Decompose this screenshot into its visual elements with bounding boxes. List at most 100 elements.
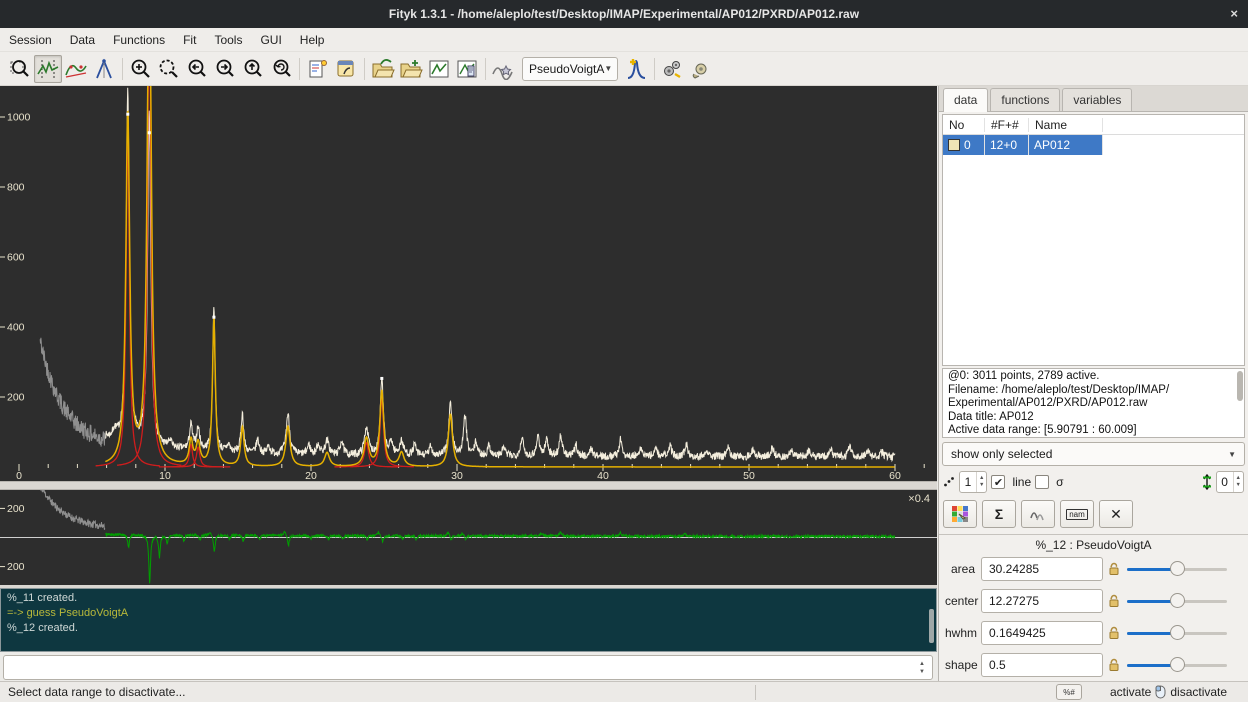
command-history-spinner[interactable]: ▲▼ [914,657,930,678]
output-console[interactable]: %_11 created.=-> guess PseudoVoigtA%_12 … [0,588,937,652]
color-style-button[interactable] [943,500,977,528]
data-point-marker [212,316,215,319]
x-tick-label: 20 [305,470,317,481]
main-plot[interactable]: 20040060080010000102030405060 [0,86,937,481]
tab-functions[interactable]: functions [990,88,1060,111]
guess-peak-icon[interactable] [490,55,518,83]
zoom-up-icon[interactable] [239,55,267,83]
open-data-icon[interactable] [369,55,397,83]
script-editor-icon[interactable] [304,55,332,83]
line-checkbox[interactable]: ✔ [991,475,1005,489]
zoom-right-icon[interactable] [211,55,239,83]
mode-data-range-icon[interactable] [34,55,62,83]
param-slider-center[interactable] [1127,593,1227,609]
window-titlebar[interactable]: Fityk 1.3.1 - /home/aleplo/test/Desktop/… [0,0,1248,28]
plot-divider[interactable] [0,481,937,490]
lock-icon[interactable] [1103,594,1125,608]
sum-button[interactable]: Σ [982,500,1016,528]
add-function-icon[interactable] [622,55,650,83]
save-image-icon[interactable] [453,55,481,83]
mode-zoom-icon[interactable] [6,55,34,83]
dataset-fcount: 12+0 [985,135,1029,155]
rename-button[interactable]: nam [1060,500,1094,528]
menu-help[interactable]: Help [291,29,334,51]
param-slider-area[interactable] [1127,561,1227,577]
info-line: Filename: /home/aleplo/test/Desktop/IMAP… [948,384,1239,398]
zoom-in-icon[interactable] [127,55,155,83]
command-input[interactable]: ▲▼ [3,655,933,680]
data-point-marker [148,131,151,134]
aux-tick-label: 200 [7,503,25,515]
close-icon[interactable]: × [1230,6,1238,21]
x-tick-label: 0 [16,470,22,481]
chevron-down-icon: ▼ [604,64,612,73]
sigma-checkbox[interactable] [1035,475,1049,489]
tab-variables[interactable]: variables [1062,88,1132,111]
param-slider-shape[interactable] [1127,657,1227,673]
param-row-shape: shape0.5 [945,651,1242,679]
menu-session[interactable]: Session [0,29,61,51]
toolbar-separator [122,58,123,80]
aux-scale-label: ×0.4 [908,493,930,505]
shift-icon [1202,474,1212,490]
param-input-hwhm[interactable]: 0.1649425 [981,621,1103,645]
data-point-marker [380,377,383,380]
shift-spinner[interactable]: 0 ▲▼ [1216,471,1244,493]
aux-plot[interactable]: 200200×0.4 [0,490,937,585]
copy-function-button[interactable] [1021,500,1055,528]
dataset-list[interactable]: No #F+# Name 0 12+0 AP012 [942,114,1245,366]
menu-tools[interactable]: Tools [205,29,251,51]
sigma-label: σ [1056,475,1063,489]
function-type-dropdown[interactable]: PseudoVoigtA▼ [522,57,618,81]
console-scrollbar[interactable] [929,609,934,643]
sidebar-tabs: datafunctionsvariables [939,86,1248,112]
delete-button[interactable]: ✕ [1099,500,1133,528]
show-mode-dropdown[interactable]: show only selected ▼ [942,442,1245,466]
chevron-down-icon: ▼ [1228,450,1236,459]
fit-run-icon[interactable] [659,55,687,83]
param-input-shape[interactable]: 0.5 [981,653,1103,677]
mode-background-icon[interactable] [62,55,90,83]
info-line: @0: 3011 points, 2789 active. [948,370,1239,384]
toolbar-separator [364,58,365,80]
show-mode-value: show only selected [951,447,1052,461]
export-plot-icon[interactable] [425,55,453,83]
param-input-area[interactable]: 30.24285 [981,557,1103,581]
menu-data[interactable]: Data [61,29,104,51]
info-line: Experimental/AP012/PXRD/AP012.raw [948,397,1239,411]
menu-gui[interactable]: GUI [251,29,290,51]
x-tick-label: 40 [597,470,609,481]
line-label: line [1012,475,1031,489]
status-grip-button[interactable]: %# [1056,684,1082,700]
info-scrollbar[interactable] [1237,371,1243,401]
zoom-prev-icon[interactable] [267,55,295,83]
dataset-no: 0 [964,138,971,152]
gui-config-icon[interactable] [332,55,360,83]
menu-fit[interactable]: Fit [174,29,205,51]
param-input-center[interactable]: 12.27275 [981,589,1103,613]
status-separator [755,685,756,700]
lock-icon[interactable] [1103,626,1125,640]
display-controls: 1 ▲▼ ✔ line σ 0 ▲▼ [943,468,1244,496]
dataset-checkbox[interactable] [948,139,960,151]
zoom-left-icon[interactable] [183,55,211,83]
rename-label: nam [1066,509,1088,520]
tab-data[interactable]: data [943,88,988,112]
data-info-box[interactable]: @0: 3011 points, 2789 active.Filename: /… [942,368,1245,438]
fit-settings-icon[interactable] [687,55,715,83]
col-header-no: No [943,118,985,132]
function-param-panel: %_12 : PseudoVoigtA area30.24285center12… [939,535,1248,679]
lock-icon[interactable] [1103,562,1125,576]
x-tick-label: 10 [159,470,171,481]
point-size-spinner[interactable]: 1 ▲▼ [959,471,987,493]
zoom-all-icon[interactable] [155,55,183,83]
mode-add-peak-icon[interactable] [90,55,118,83]
dataset-row[interactable]: 0 12+0 AP012 [943,135,1244,155]
lock-icon[interactable] [1103,658,1125,672]
x-tick-label: 60 [889,470,901,481]
param-slider-hwhm[interactable] [1127,625,1227,641]
param-label-area: area [945,562,981,576]
menu-functions[interactable]: Functions [104,29,174,51]
open-data-append-icon[interactable] [397,55,425,83]
residual-curve [105,532,895,584]
